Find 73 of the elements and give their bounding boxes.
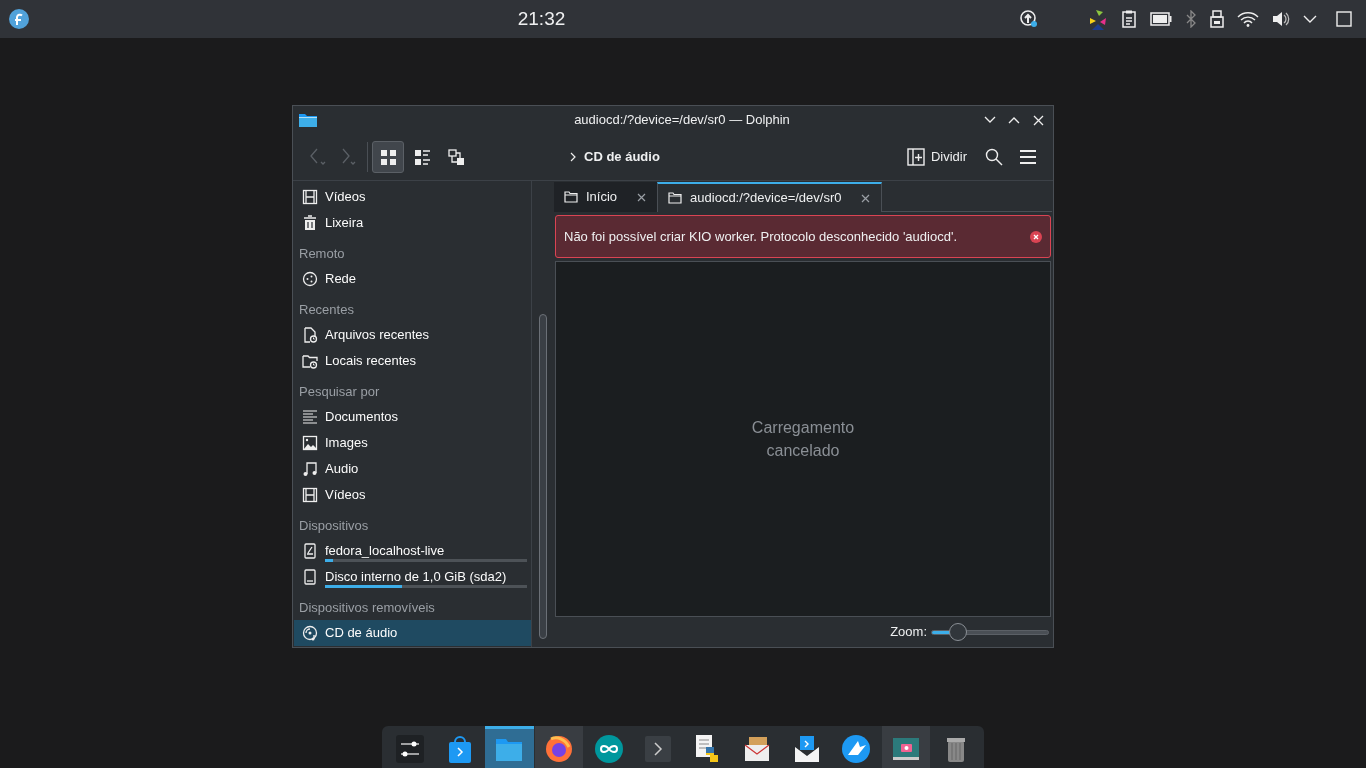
tab[interactable]: Início [554, 182, 658, 212]
bluetooth-icon[interactable] [1185, 10, 1197, 28]
split-view-icon [906, 148, 925, 166]
taskbar-button[interactable] [881, 726, 931, 768]
window-title: audiocd:/?device=/dev/sr0 — Dolphin [574, 111, 790, 130]
folder-clock-icon [302, 353, 318, 369]
music-note-icon [302, 461, 318, 477]
sidebar-section-header: Dispositivos [298, 516, 370, 535]
wifi-icon[interactable] [1237, 11, 1259, 27]
chevron-right-icon [570, 152, 576, 162]
sidebar-item[interactable]: Audio [294, 456, 531, 482]
infinity-circle-icon [592, 732, 625, 765]
show-desktop-icon[interactable] [1336, 11, 1352, 27]
sidebar-item[interactable]: Vídeos [294, 482, 531, 508]
taskbar-button[interactable] [534, 726, 584, 768]
battery-icon[interactable] [1150, 12, 1172, 26]
sidebar-item[interactable]: fedora_localhost-live [294, 538, 531, 564]
error-icon [1030, 230, 1042, 243]
sidebar-section-header: Pesquisar por [298, 382, 381, 401]
clock[interactable]: 21:32 [517, 4, 566, 34]
bird-circle-icon [840, 732, 873, 765]
sidebar-section-header: Dispositivos removíveis [298, 598, 436, 617]
tab[interactable]: audiocd:/?device=/dev/sr0 [657, 182, 883, 212]
sidebar-item[interactable]: Images [294, 430, 531, 456]
sidebar-item[interactable]: Documentos [294, 404, 531, 430]
split-button[interactable]: Dividir [904, 142, 969, 172]
sidebar-section-header: Recentes [298, 300, 355, 319]
scrollbar[interactable] [538, 314, 547, 639]
folder-icon [668, 192, 683, 204]
sidebar-item[interactable]: CD de áudio [294, 620, 531, 646]
film-icon [302, 189, 318, 205]
sidebar-item[interactable]: Lixeira [294, 210, 531, 236]
disc-icon [302, 625, 318, 641]
picture-icon [302, 435, 318, 451]
film-icon [302, 487, 318, 503]
drive-icon [302, 543, 318, 559]
breadcrumb-item[interactable]: CD de áudio [584, 147, 660, 167]
usb-drive-icon[interactable] [1210, 10, 1224, 28]
sidebar-item[interactable]: Arquivos recentes [294, 322, 531, 348]
drive-icon [302, 569, 318, 585]
update-icon[interactable] [1019, 9, 1039, 29]
color-triangles-icon[interactable] [1088, 8, 1108, 30]
chevron-up-icon [1008, 116, 1020, 124]
list-icon [413, 148, 431, 166]
chevron-down-icon [984, 116, 996, 124]
sidebar-item[interactable]: Locais recentes [294, 348, 531, 374]
tab-close-button[interactable] [859, 192, 872, 204]
view-message: Carregamento cancelado [750, 418, 856, 461]
chevron-down-icon[interactable] [1303, 14, 1317, 24]
sliders-icon [394, 732, 427, 765]
text-lines-icon [302, 409, 318, 425]
tab-close-button[interactable] [635, 191, 648, 203]
tree-icon [447, 148, 465, 166]
document-clock-icon [302, 327, 318, 343]
folder-icon [298, 112, 318, 128]
icons-view-button[interactable] [372, 141, 404, 173]
folder-icon [564, 191, 578, 203]
close-icon [1032, 114, 1044, 126]
grid-icon [379, 148, 397, 166]
menu-icon [1019, 150, 1037, 164]
network-icon [302, 271, 318, 287]
error-message: Não foi possível criar KIO worker. Protocolo desconhecido 'audiocd'. [564, 227, 957, 246]
clipboard-icon[interactable] [1121, 10, 1137, 28]
sidebar-item[interactable]: Disco interno de 1,0 GiB (sda2) [294, 564, 531, 590]
volume-icon[interactable] [1272, 10, 1290, 28]
zoom-slider[interactable] [931, 622, 1049, 642]
slider-thumb[interactable] [949, 623, 967, 641]
trash-icon [302, 215, 318, 231]
zoom-label: Zoom: [890, 623, 927, 642]
sidebar-item[interactable]: Vídeos [294, 184, 531, 210]
sidebar-section-header: Remoto [298, 244, 346, 263]
search-icon [985, 148, 1003, 166]
sidebar-item[interactable]: Rede [294, 266, 531, 292]
